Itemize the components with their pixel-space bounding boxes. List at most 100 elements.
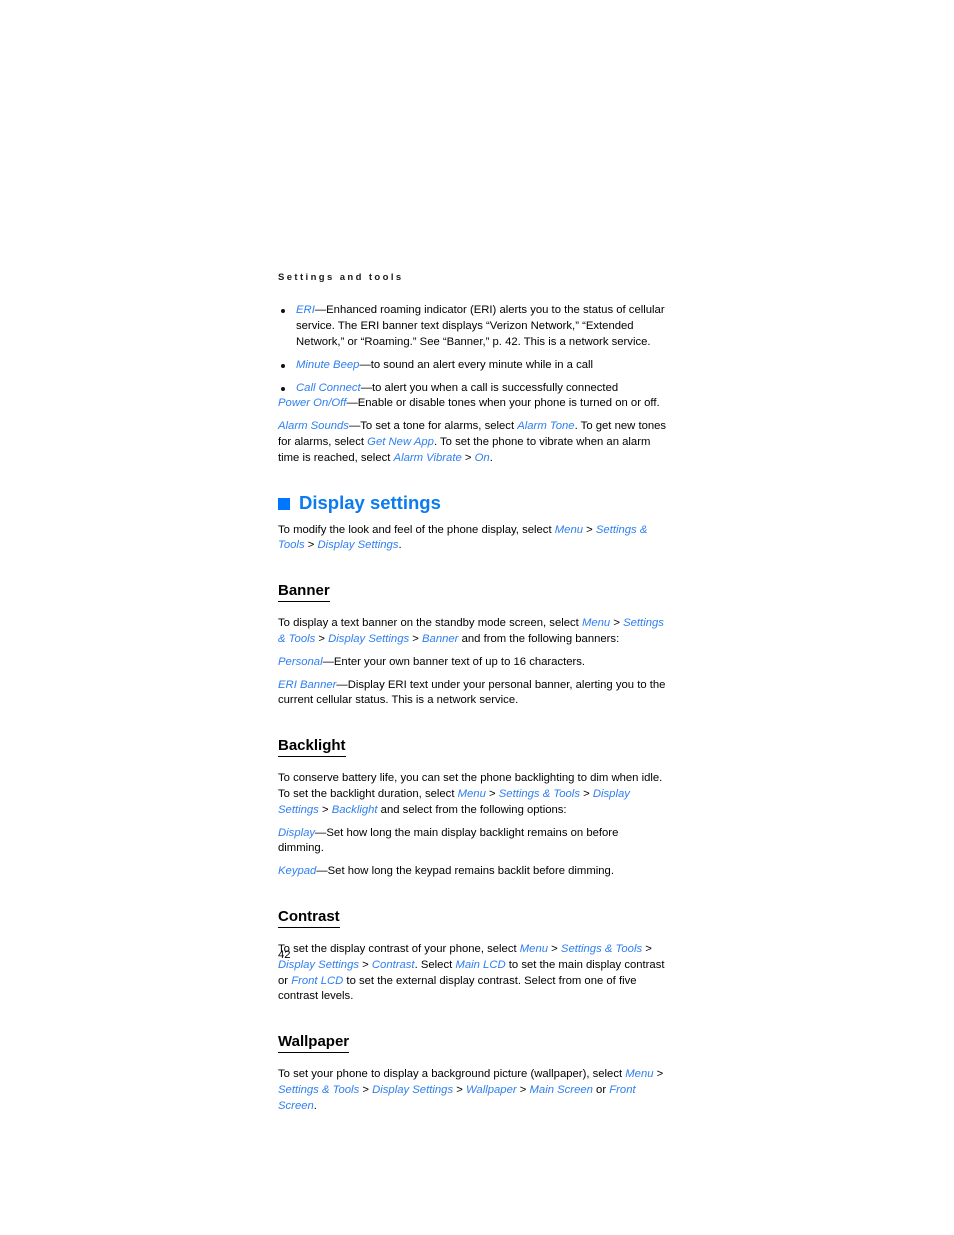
link-menu: Menu — [519, 942, 549, 955]
paragraph-wallpaper-intro: To set your phone to display a backgroun… — [278, 1067, 667, 1114]
subheading-wrap-wallpaper: Wallpaper — [278, 1012, 667, 1060]
bullet-dot-icon — [281, 309, 285, 314]
bullet-term-eri: ERI — [296, 304, 315, 317]
paragraph-personal: Personal—Enter your own banner text of u… — [278, 655, 667, 671]
alarm-t4: . — [489, 451, 493, 464]
link-display-settings: Display Settings — [328, 632, 410, 645]
paragraph-eri-banner: ERI Banner—Display ERI text under your p… — [278, 678, 667, 710]
paragraph-display-option: Display—Set how long the main display ba… — [278, 826, 667, 858]
term-display: Display — [278, 826, 316, 839]
list-item: ERI—Enhanced roaming indicator (ERI) ale… — [278, 303, 667, 350]
separator-gt: > — [516, 1083, 530, 1096]
subheading-wrap-banner: Banner — [278, 561, 667, 609]
term-alarm-sounds: Alarm Sounds — [278, 420, 349, 433]
term-personal: Personal — [278, 655, 323, 668]
subsection-heading-wallpaper: Wallpaper — [278, 1032, 350, 1054]
subheading-wrap-contrast: Contrast — [278, 887, 667, 935]
running-header: Settings and tools — [278, 272, 404, 283]
subheading-wrap-backlight: Backlight — [278, 716, 667, 764]
page-number: 42 — [278, 949, 291, 961]
alarm-t1: —To set a tone for alarms, select — [348, 420, 518, 433]
document-page: Settings and tools ERI—Enhanced roaming … — [0, 0, 954, 1235]
link-on: On — [474, 451, 490, 464]
link-display-settings: Display Settings — [317, 539, 399, 552]
text-power-on-off: —Enable or disable tones when your phone… — [346, 397, 660, 410]
bl-t2: and select from the following options: — [377, 803, 567, 816]
link-menu: Menu — [554, 523, 584, 536]
link-banner: Banner — [422, 632, 459, 645]
link-front-lcd: Front LCD — [291, 974, 344, 987]
separator-gt: > — [579, 787, 593, 800]
text-personal: —Enter your own banner text of up to 16 … — [322, 655, 586, 668]
separator-gt: > — [359, 1083, 373, 1096]
ct-t1: To set the display contrast of your phon… — [278, 942, 520, 955]
separator-gt: > — [315, 632, 329, 645]
bullet-text-eri: —Enhanced roaming indicator (ERI) alerts… — [296, 304, 665, 348]
separator-gt: > — [653, 1068, 664, 1081]
ds-t2: . — [398, 539, 402, 552]
separator-gt: > — [548, 942, 561, 955]
separator-gt: > — [610, 617, 624, 630]
link-main-lcd: Main LCD — [455, 958, 506, 971]
bn-t2: and from the following banners: — [458, 632, 620, 645]
subsection-heading-contrast: Contrast — [278, 907, 340, 928]
ds-t1: To modify the look and feel of the phone… — [278, 523, 555, 536]
separator-gt: > — [359, 958, 372, 971]
wp-t3: . — [313, 1099, 317, 1112]
paragraph-contrast-intro: To set the display contrast of your phon… — [278, 942, 667, 1005]
link-menu: Menu — [457, 787, 486, 800]
paragraph-power-on-off: Power On/Off—Enable or disable tones whe… — [278, 396, 667, 412]
separator-gt: > — [583, 523, 596, 536]
feature-bullet-list: ERI—Enhanced roaming indicator (ERI) ale… — [278, 303, 667, 396]
bullet-text-minute-beep: —to sound an alert every minute while in… — [359, 358, 594, 371]
bullet-dot-icon — [281, 386, 285, 391]
section-heading-label: Display settings — [299, 491, 441, 513]
text-display: —Set how long the main display backlight… — [278, 826, 619, 855]
separator-gt: > — [461, 451, 475, 464]
wp-t1: To set your phone to display a backgroun… — [278, 1068, 626, 1081]
bullet-term-call-connect: Call Connect — [296, 381, 361, 394]
text-keypad: —Set how long the keypad remains backlit… — [316, 865, 614, 878]
text-eri-banner: —Display ERI text under your personal ba… — [278, 678, 666, 707]
link-main-screen: Main Screen — [529, 1083, 593, 1096]
link-wallpaper: Wallpaper — [465, 1083, 517, 1096]
link-menu: Menu — [581, 617, 611, 630]
paragraph-backlight-intro: To conserve battery life, you can set th… — [278, 771, 667, 818]
link-alarm-tone: Alarm Tone — [517, 420, 575, 433]
term-power-on-off: Power On/Off — [278, 397, 347, 410]
bullet-term-minute-beep: Minute Beep — [296, 358, 360, 371]
section-heading-display-settings: Display settings — [278, 492, 667, 514]
separator-gt: > — [409, 632, 423, 645]
ct-t2: . Select — [414, 958, 456, 971]
filled-square-bullet-icon — [278, 497, 290, 510]
link-alarm-vibrate: Alarm Vibrate — [393, 451, 462, 464]
list-item: Call Connect—to alert you when a call is… — [278, 381, 667, 397]
link-display-settings: Display Settings — [372, 1083, 454, 1096]
separator-gt: > — [453, 1083, 466, 1096]
term-eri-banner: ERI Banner — [278, 678, 337, 691]
subsection-heading-banner: Banner — [278, 581, 330, 603]
link-settings-and-tools: Settings & Tools — [560, 942, 643, 955]
link-backlight: Backlight — [331, 803, 378, 816]
list-item: Minute Beep—to sound an alert every minu… — [278, 358, 667, 374]
separator-gt: > — [304, 539, 318, 552]
term-keypad: Keypad — [278, 865, 317, 878]
bullet-dot-icon — [281, 363, 285, 368]
paragraph-keypad-option: Keypad—Set how long the keypad remains b… — [278, 864, 667, 880]
link-settings-and-tools: Settings & Tools — [498, 787, 580, 800]
bullet-text-call-connect: —to alert you when a call is successfull… — [360, 381, 619, 394]
bn-t1: To display a text banner on the standby … — [278, 617, 582, 630]
page-content-column: Settings and tools ERI—Enhanced roaming … — [278, 272, 667, 1122]
paragraph-banner-intro: To display a text banner on the standby … — [278, 616, 667, 648]
wp-t2: or — [592, 1083, 610, 1096]
subsection-heading-backlight: Backlight — [278, 736, 346, 758]
separator-gt: > — [485, 787, 499, 800]
link-contrast: Contrast — [371, 958, 415, 971]
paragraph-display-settings-intro: To modify the look and feel of the phone… — [278, 523, 667, 555]
link-get-new-app: Get New App — [367, 435, 434, 448]
link-menu: Menu — [625, 1068, 654, 1081]
separator-gt: > — [318, 803, 332, 816]
separator-gt: > — [642, 942, 652, 955]
paragraph-alarm-sounds: Alarm Sounds—To set a tone for alarms, s… — [278, 419, 667, 466]
link-settings-and-tools: Settings & Tools — [278, 1083, 360, 1096]
